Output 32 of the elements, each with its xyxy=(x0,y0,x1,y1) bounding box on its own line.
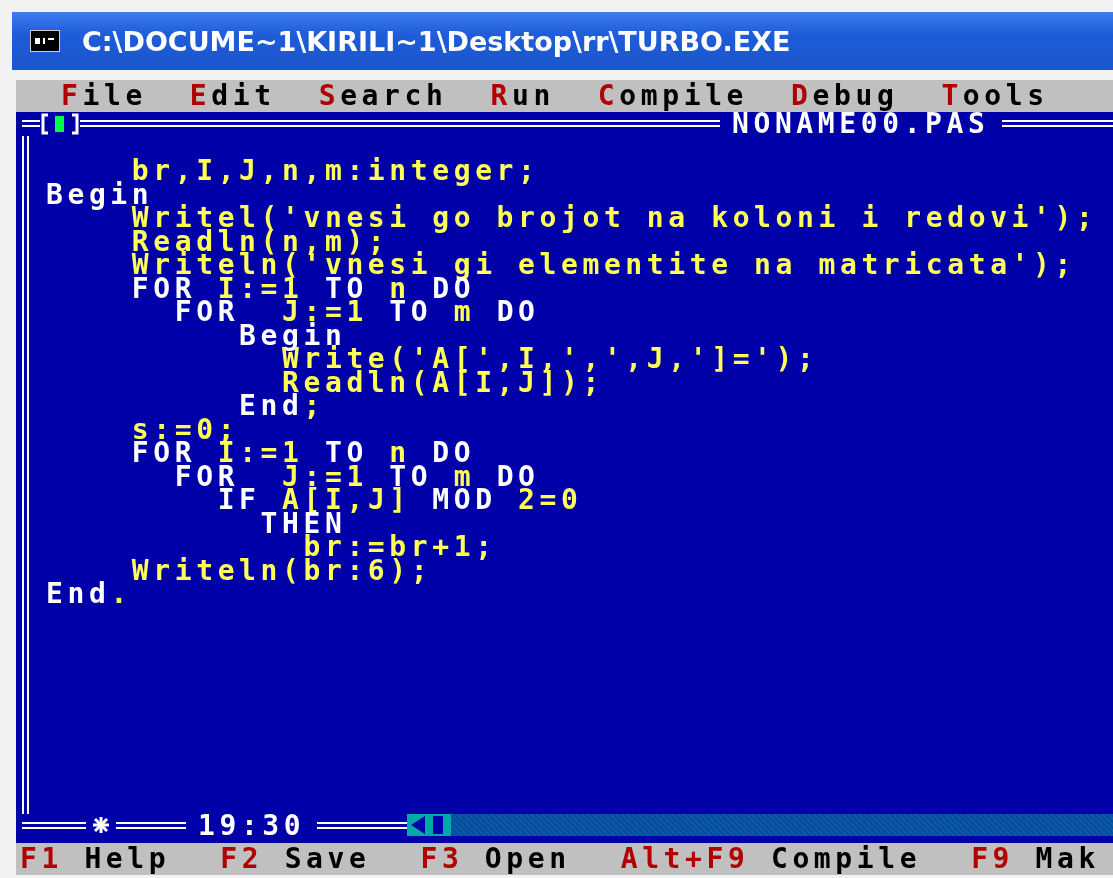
cursor-position: 19:30 xyxy=(197,813,307,837)
scroll-left-icon[interactable] xyxy=(407,814,452,837)
menu-item[interactable]: T ools xyxy=(941,81,1049,111)
modified-indicator-icon xyxy=(90,815,112,836)
horizontal-scrollbar[interactable] xyxy=(407,814,1113,837)
code-line: FOR I:=1 TO n DO xyxy=(130,441,477,465)
menu-item[interactable]: S earch xyxy=(318,81,448,111)
status-shortcut[interactable]: F9 Mak xyxy=(971,844,1100,874)
code-line: FOR J:=1 TO m DO xyxy=(174,464,540,488)
file-name: NONAME00.PAS xyxy=(732,112,991,136)
status-shortcut[interactable]: F1 Help xyxy=(20,844,171,874)
close-button[interactable] xyxy=(40,112,80,135)
code-line: End; xyxy=(238,394,325,418)
menu-item[interactable]: R un xyxy=(490,81,555,111)
menu-item[interactable]: E dit xyxy=(189,81,276,111)
code-line: Writeln(br:6); xyxy=(130,558,433,582)
code-line: s:=0; xyxy=(130,417,240,441)
menu-item[interactable]: F ile xyxy=(61,81,147,111)
status-shortcut[interactable]: Alt+F9 Compile xyxy=(620,844,922,874)
window-title: C:\DOCUME~1\KIRILI~1\Desktop\rr\TURBO.EXE xyxy=(82,25,791,57)
code-line: Readln(n,m); xyxy=(130,229,390,253)
code-line: IF A[I,J] MOD 2=0 xyxy=(217,488,584,512)
menu-item[interactable]: C ompile xyxy=(597,81,749,111)
frame-border xyxy=(22,120,40,128)
code-line: Readln(A[I,J]); xyxy=(282,370,604,394)
status-shortcut[interactable]: F2 Save xyxy=(220,844,371,874)
console-icon xyxy=(30,30,60,52)
frame-border xyxy=(22,821,86,829)
code-line: End. xyxy=(46,582,132,606)
menu-item[interactable]: D ebug xyxy=(791,81,899,111)
frame-border xyxy=(116,821,186,829)
status-shortcut[interactable]: F3 Open xyxy=(420,844,571,874)
